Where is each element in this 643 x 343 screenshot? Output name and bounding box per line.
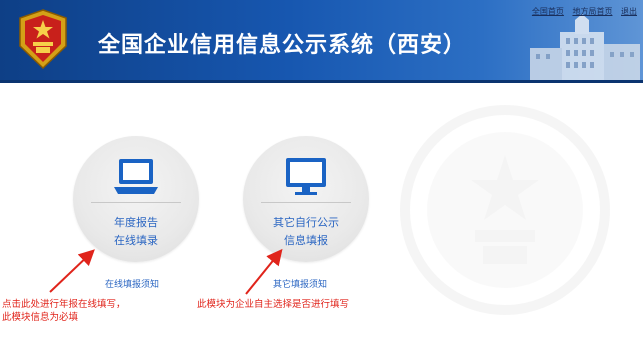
annual-report-button[interactable]: 年度报告 在线填录 [73, 136, 199, 262]
annotation-left-line2: 此模块信息为必填 [2, 312, 79, 323]
module-label-line2: 信息填报 [284, 234, 328, 247]
circle-divider [91, 202, 181, 203]
header-banner: 全国企业信用信息公示系统（西安） 全国首页 地方局首页 退出 [0, 0, 643, 80]
other-disclosure-notice-link[interactable]: 其它填报须知 [273, 277, 327, 290]
annotation-left: 点击此处进行年报在线填写， 此模块信息为必填 [2, 298, 126, 324]
link-national-home[interactable]: 全国首页 [532, 7, 564, 16]
annual-report-notice-link[interactable]: 在线填报须知 [105, 277, 159, 290]
building-illustration [530, 14, 640, 80]
link-local-home[interactable]: 地方局首页 [572, 7, 612, 16]
monitor-icon [286, 158, 326, 195]
watermark-emblem [400, 105, 610, 315]
annotation-right: 此模块为企业自主选择是否进行填写 [197, 299, 350, 310]
page-title: 全国企业信用信息公示系统（西安） [98, 33, 467, 58]
module-label-line1: 其它自行公示 [273, 216, 339, 229]
other-disclosure-button[interactable]: 其它自行公示 信息填报 [243, 136, 369, 262]
circle-divider [261, 202, 351, 203]
module-label-line2: 在线填录 [114, 234, 158, 247]
national-emblem-icon [19, 9, 67, 70]
arrow-left [49, 249, 95, 293]
laptop-icon [114, 159, 158, 194]
module-label-line1: 年度报告 [114, 216, 158, 229]
top-links: 全国首页 地方局首页 退出 [526, 6, 637, 17]
link-logout[interactable]: 退出 [621, 7, 637, 16]
annotation-left-line1: 点击此处进行年报在线填写， [2, 299, 126, 310]
banner-divider [0, 80, 643, 83]
